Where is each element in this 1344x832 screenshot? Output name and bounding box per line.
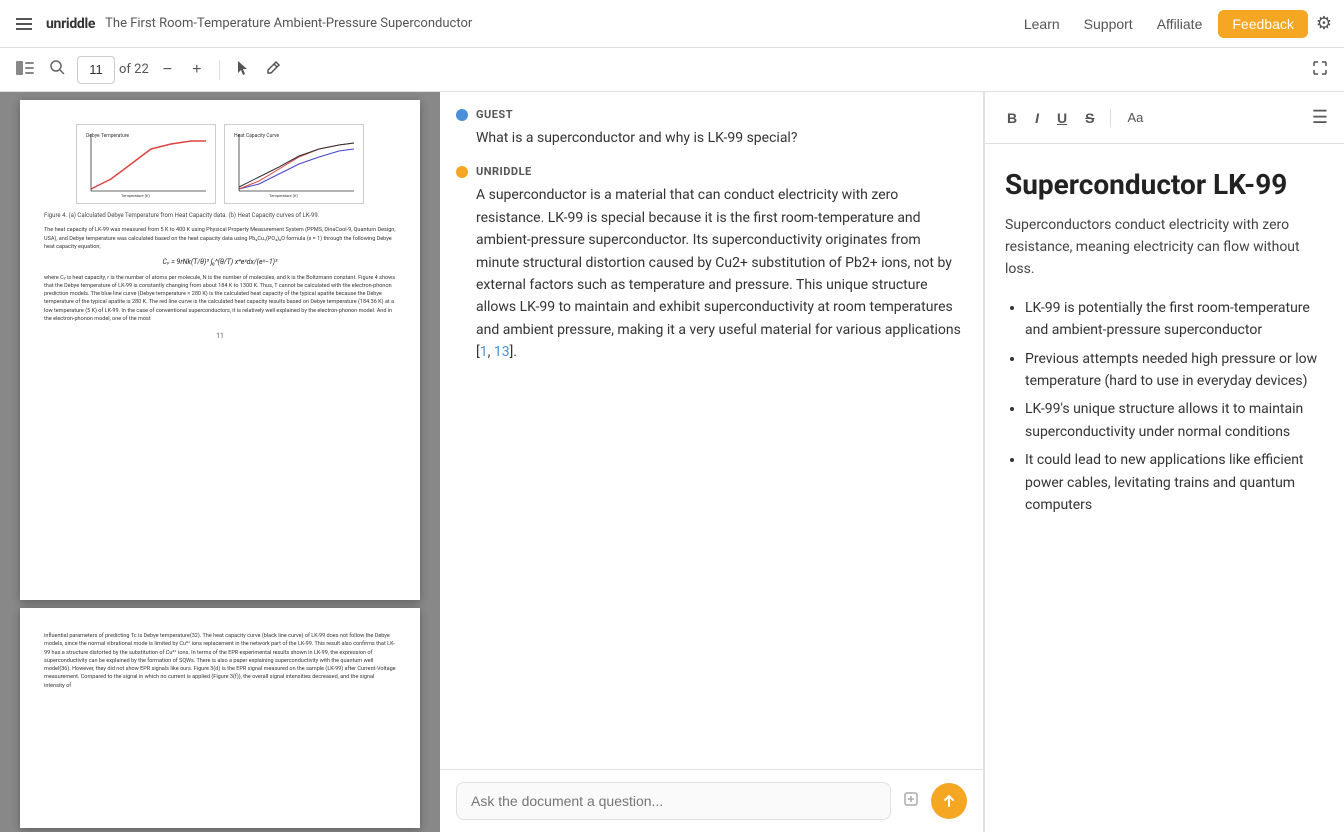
svg-text:Temperature (K): Temperature (K) <box>121 193 150 198</box>
navbar-left: unriddle The First Room-Temperature Ambi… <box>12 14 472 34</box>
hamburger-menu-icon[interactable] <box>12 14 36 34</box>
pdf-page-12-body: influential parameters of predicting Tc … <box>44 632 396 690</box>
unriddle-message-header: UNRIDDLE <box>456 165 967 178</box>
figure-area: Debye Temperature Temperature (K) Heat C… <box>44 124 396 204</box>
pdf-body-2: where Cᵥ is heat capacity, r is the numb… <box>44 274 396 324</box>
learn-nav-link[interactable]: Learn <box>1016 12 1068 36</box>
pdf-page-11: Debye Temperature Temperature (K) Heat C… <box>20 100 420 600</box>
math-formula: Cᵥ = 9rNk(T/θ)³ ∫₀^(θ/T) x⁴eˣdx/(eˣ−1)² <box>44 257 396 268</box>
navbar: unriddle The First Room-Temperature Ambi… <box>0 0 1344 48</box>
settings-icon[interactable]: ⚙ <box>1316 13 1332 34</box>
toolbar-left: 11 of 22 − + <box>12 55 285 85</box>
page-total: of 22 <box>119 62 149 77</box>
pdf-page-12: influential parameters of predicting Tc … <box>20 608 420 828</box>
pdf-page-content: Debye Temperature Temperature (K) Heat C… <box>44 124 396 342</box>
toolbar-divider <box>219 60 220 80</box>
figure-caption: Figure 4. (a) Calculated Debye Temperatu… <box>44 212 396 220</box>
citation-13-link[interactable]: 13 <box>494 344 510 360</box>
cursor-tool-icon[interactable] <box>232 55 254 85</box>
brand-logo: unriddle <box>46 16 95 32</box>
guest-message-text: What is a superconductor and why is LK-9… <box>456 127 967 149</box>
document-title: The First Room-Temperature Ambient-Press… <box>105 16 472 31</box>
pdf-viewer[interactable]: Debye Temperature Temperature (K) Heat C… <box>0 92 440 832</box>
zoom-in-button[interactable]: + <box>186 59 207 81</box>
notes-content: Superconductor LK-99 Superconductors con… <box>985 144 1344 832</box>
guest-sender-label: GUEST <box>476 108 513 121</box>
zoom-out-button[interactable]: − <box>157 59 178 81</box>
annotate-tool-icon[interactable] <box>262 56 285 83</box>
page-number-label: 11 <box>44 331 396 342</box>
guest-message: GUEST What is a superconductor and why i… <box>456 108 967 149</box>
main-area: Debye Temperature Temperature (K) Heat C… <box>0 92 1344 832</box>
notes-menu-button[interactable]: ☰ <box>1312 107 1328 128</box>
svg-text:Temperature (K): Temperature (K) <box>269 193 298 198</box>
expand-icon[interactable] <box>1308 56 1332 84</box>
sidebar-toggle-icon[interactable] <box>12 56 38 83</box>
italic-button[interactable]: I <box>1029 106 1045 130</box>
chat-input[interactable] <box>456 782 891 820</box>
bold-button[interactable]: B <box>1001 106 1023 130</box>
toolbar: 11 of 22 − + <box>0 48 1344 92</box>
notes-panel: B I U S Aa ☰ Superconductor LK-99 Superc… <box>984 92 1344 832</box>
unriddle-sender-label: UNRIDDLE <box>476 165 532 178</box>
notes-bullet-4: It could lead to new applications like e… <box>1025 449 1324 516</box>
svg-text:Debye Temperature: Debye Temperature <box>86 133 129 139</box>
page-number-input[interactable]: 11 <box>77 56 115 84</box>
figure-4b: Heat Capacity Curve Temperature (K) <box>224 124 364 204</box>
notes-bullet-3: LK-99's unique structure allows it to ma… <box>1025 398 1324 443</box>
pdf-body-1: The heat capacity of LK-99 was measured … <box>44 226 396 251</box>
notes-toolbar: B I U S Aa ☰ <box>985 92 1344 144</box>
navbar-right: Learn Support Affiliate Feedback ⚙ <box>1016 10 1332 38</box>
unriddle-message-text: A superconductor is a material that can … <box>456 184 967 363</box>
underline-button[interactable]: U <box>1051 106 1073 130</box>
figure-4a: Debye Temperature Temperature (K) <box>76 124 216 204</box>
guest-message-header: GUEST <box>456 108 967 121</box>
notes-subtitle: Superconductors conduct electricity with… <box>1005 214 1324 281</box>
notes-title: Superconductor LK-99 <box>1005 168 1324 202</box>
support-nav-link[interactable]: Support <box>1076 12 1141 36</box>
chat-messages: GUEST What is a superconductor and why i… <box>440 92 983 769</box>
notes-bullet-list: LK-99 is potentially the first room-temp… <box>1005 297 1324 517</box>
chat-input-area <box>440 769 983 832</box>
search-icon[interactable] <box>46 56 69 83</box>
notes-bullet-1: LK-99 is potentially the first room-temp… <box>1025 297 1324 342</box>
feedback-button[interactable]: Feedback <box>1218 10 1307 38</box>
page-navigation: 11 of 22 <box>77 56 149 84</box>
unriddle-message: UNRIDDLE A superconductor is a material … <box>456 165 967 363</box>
pdf-page-12-content: influential parameters of predicting Tc … <box>44 632 396 690</box>
chat-send-button[interactable] <box>931 783 967 819</box>
unriddle-avatar <box>456 166 468 178</box>
format-divider <box>1110 109 1111 127</box>
svg-text:Heat Capacity Curve: Heat Capacity Curve <box>234 133 280 139</box>
strikethrough-button[interactable]: S <box>1079 106 1100 130</box>
guest-avatar <box>456 109 468 121</box>
font-button[interactable]: Aa <box>1121 106 1149 129</box>
chat-attach-button[interactable] <box>899 787 923 816</box>
chat-panel: GUEST What is a superconductor and why i… <box>440 92 984 832</box>
affiliate-nav-link[interactable]: Affiliate <box>1149 12 1211 36</box>
notes-bullet-2: Previous attempts needed high pressure o… <box>1025 348 1324 393</box>
citation-1-link[interactable]: 1 <box>480 344 488 360</box>
